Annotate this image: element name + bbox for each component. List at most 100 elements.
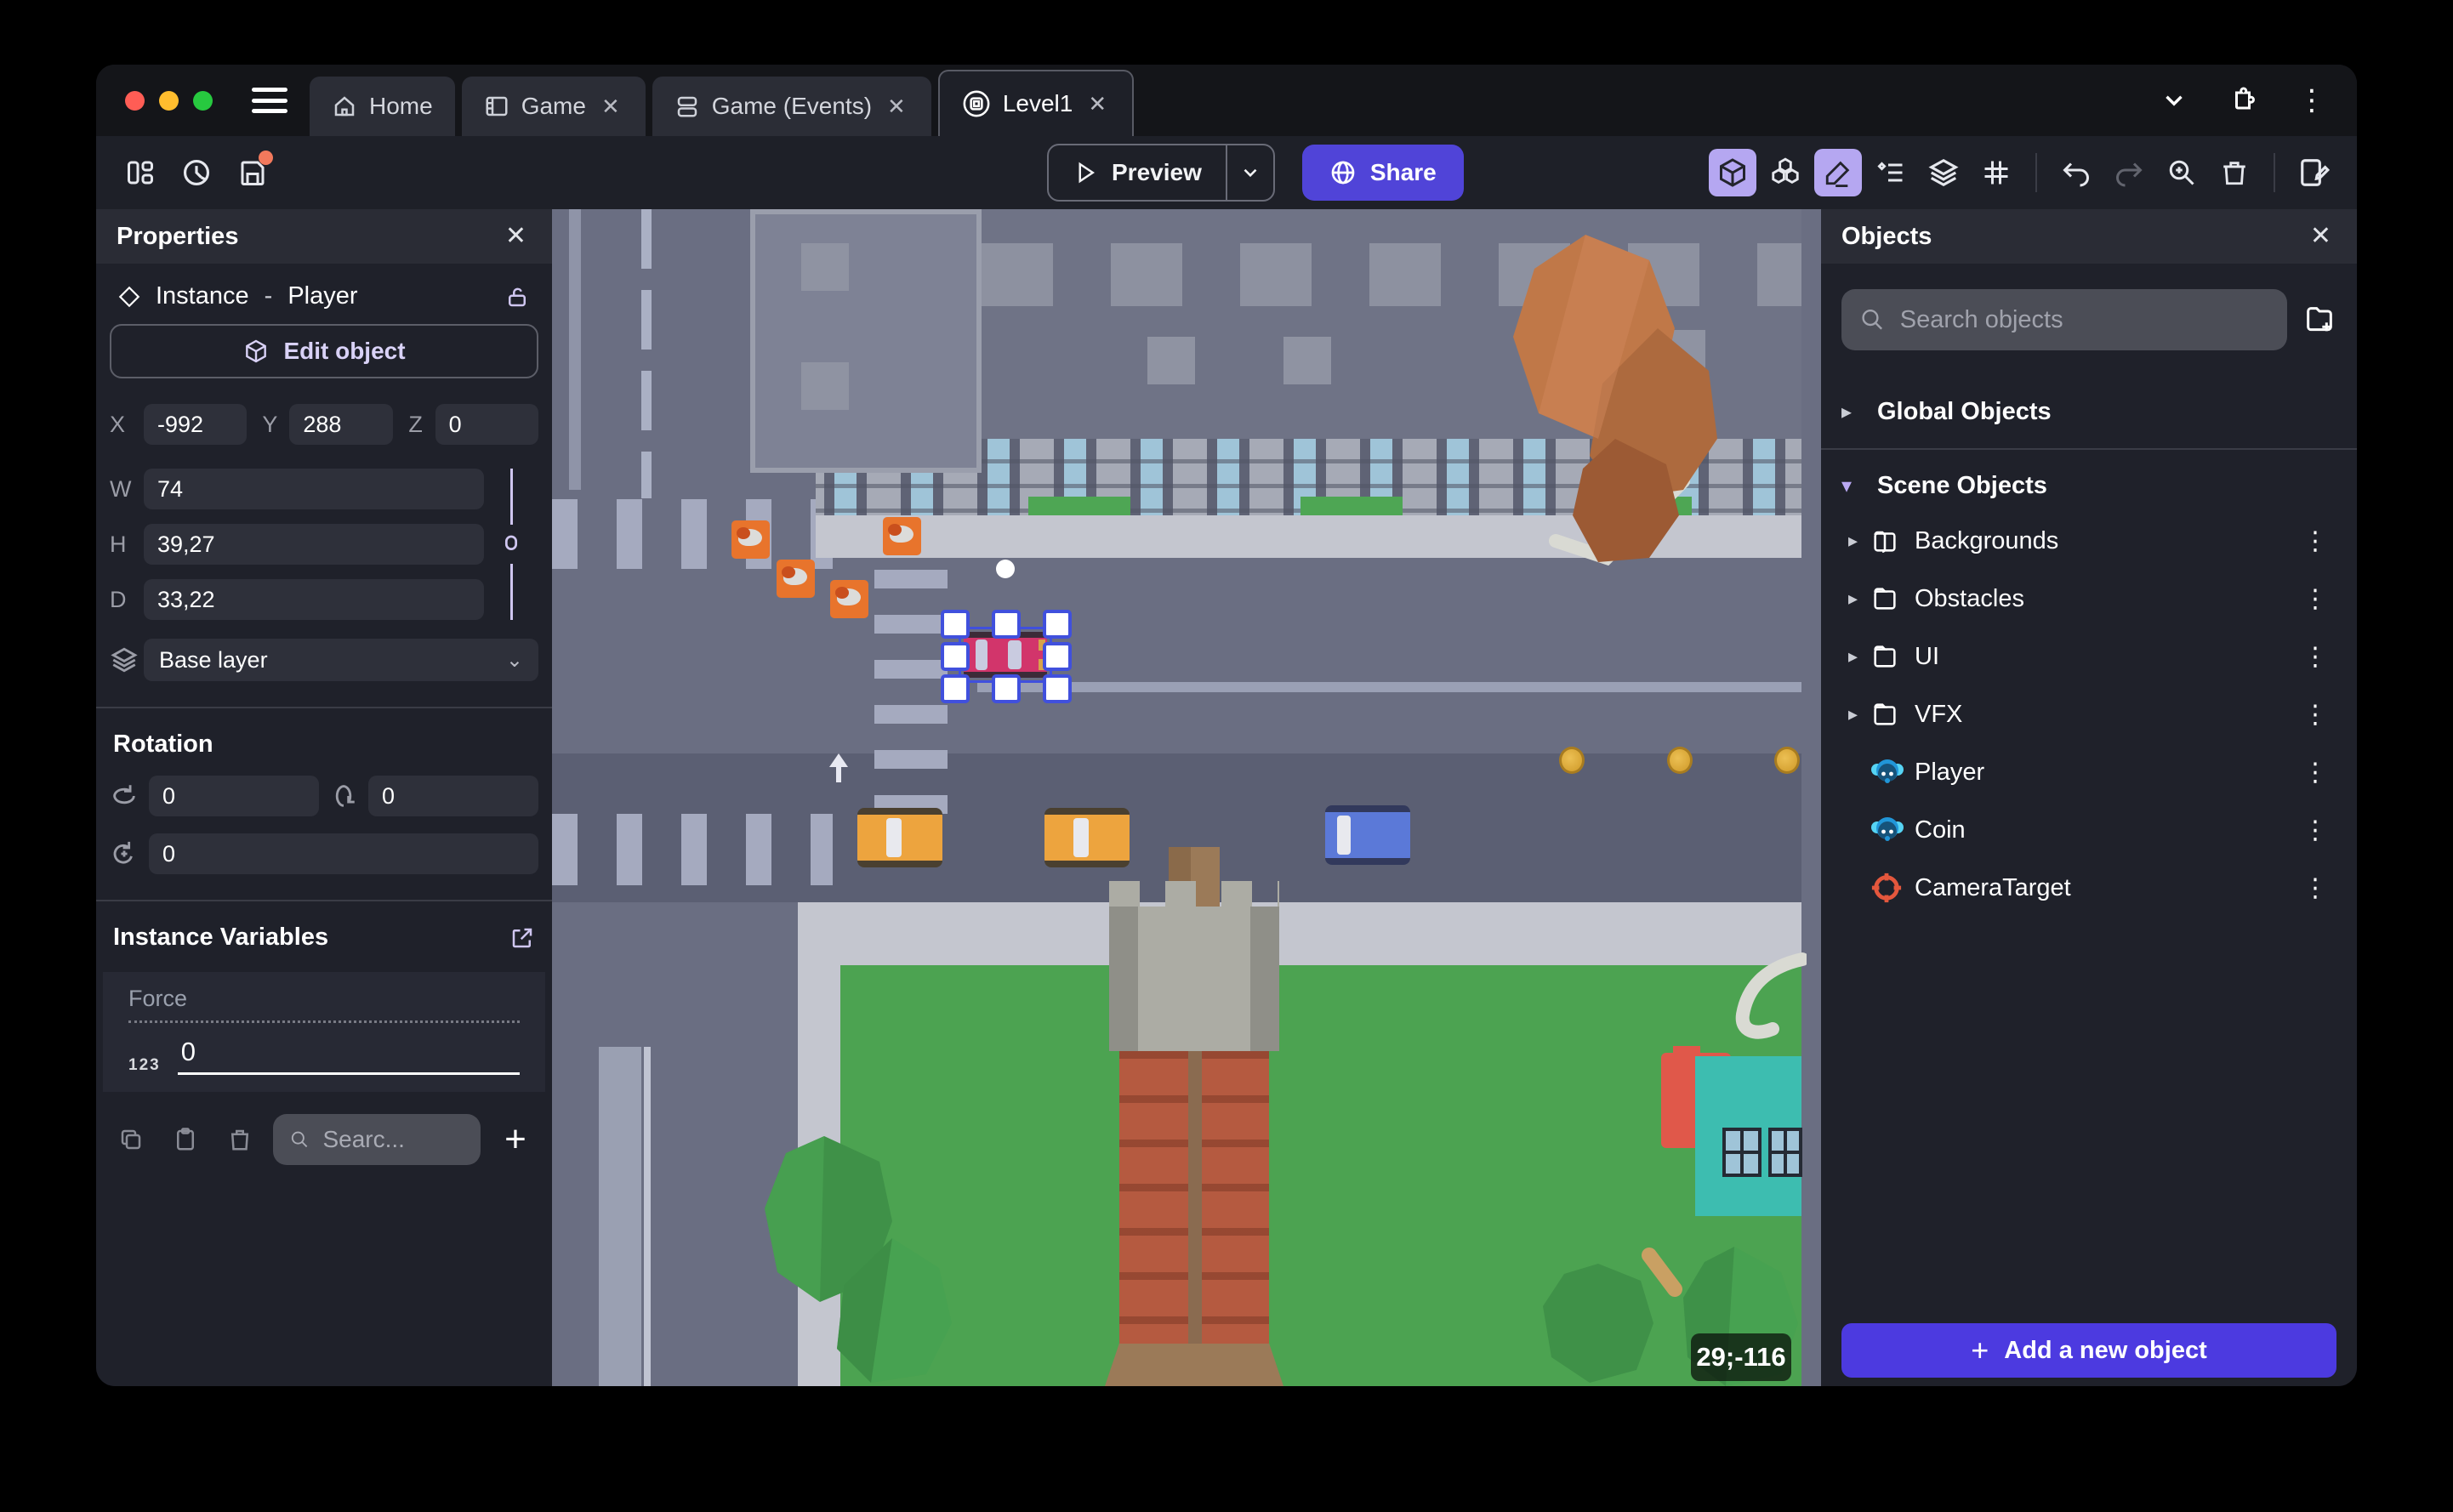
open-external-icon[interactable]: [509, 925, 535, 951]
objects-search-input[interactable]: [1898, 304, 2268, 335]
blue-car[interactable]: [1325, 805, 1410, 865]
depth-input[interactable]: [144, 579, 484, 620]
link-ratio-icon[interactable]: [499, 530, 523, 559]
coin[interactable]: [1667, 747, 1693, 774]
tab-game[interactable]: Game ✕: [461, 77, 646, 136]
variable-value[interactable]: 0: [177, 1037, 520, 1075]
maximize-window-button[interactable]: [193, 90, 213, 111]
undo-icon[interactable]: [2052, 149, 2100, 196]
unlock-icon[interactable]: [504, 284, 530, 310]
rotation-z-input[interactable]: [149, 833, 538, 874]
resize-handle-s[interactable]: [992, 674, 1021, 703]
obstacle-box[interactable]: [777, 560, 815, 598]
layers-icon[interactable]: [1920, 149, 1967, 196]
chevron-right-icon[interactable]: ▸: [1841, 645, 1870, 668]
objects-search[interactable]: [1841, 289, 2287, 350]
scene-objects-section[interactable]: ▾ Scene Objects: [1841, 472, 2336, 500]
delete-icon[interactable]: [2211, 149, 2258, 196]
chevron-down-icon[interactable]: [2160, 86, 2188, 115]
corner-tower-building[interactable]: [750, 209, 982, 473]
paste-icon[interactable]: [164, 1118, 207, 1161]
obstacle-box[interactable]: [731, 520, 770, 559]
resize-handle-nw[interactable]: [941, 610, 970, 639]
close-window-button[interactable]: [125, 90, 145, 111]
resize-handle-n[interactable]: [992, 610, 1021, 639]
view-3d-tool-icon[interactable]: [1709, 149, 1756, 196]
width-input[interactable]: [144, 469, 484, 509]
player-car-selected[interactable]: [964, 632, 1047, 678]
redo-icon[interactable]: [2105, 149, 2153, 196]
obstacle-box[interactable]: [830, 580, 868, 618]
edit-object-button[interactable]: Edit object: [110, 324, 538, 378]
obstacle-box[interactable]: [883, 517, 921, 555]
coin[interactable]: [1774, 747, 1800, 774]
row-menu-icon[interactable]: ⋮: [2294, 584, 2336, 614]
tab-close-icon[interactable]: ✕: [884, 92, 909, 122]
tab-game-events[interactable]: Game (Events) ✕: [652, 77, 931, 136]
object-row-ui[interactable]: ▸ UI ⋮: [1841, 628, 2336, 685]
instances-list-icon[interactable]: [1867, 149, 1915, 196]
trash-icon[interactable]: [219, 1118, 261, 1161]
resize-handle-sw[interactable]: [941, 674, 970, 703]
brick-tower[interactable]: [1105, 847, 1283, 1386]
share-button[interactable]: Share: [1301, 145, 1464, 201]
layer-select[interactable]: Base layer ⌄: [144, 639, 538, 681]
tab-home[interactable]: Home: [310, 77, 455, 136]
grid-icon[interactable]: [1972, 149, 2020, 196]
menu-icon[interactable]: [252, 88, 287, 113]
save-icon[interactable]: [229, 149, 276, 196]
preview-button-main[interactable]: Preview: [1049, 145, 1226, 200]
white-branch[interactable]: [1696, 951, 1807, 1053]
tab-close-icon[interactable]: ✕: [1084, 89, 1110, 119]
z-input[interactable]: [435, 404, 538, 445]
row-menu-icon[interactable]: ⋮: [2294, 526, 2336, 556]
coin[interactable]: [1559, 747, 1585, 774]
y-input[interactable]: [289, 404, 393, 445]
object-row-coin[interactable]: Coin ⋮: [1841, 801, 2336, 859]
edit-events-sheet-icon[interactable]: [2291, 149, 2338, 196]
object-row-cameratarget[interactable]: CameraTarget ⋮: [1841, 859, 2336, 917]
object-row-vfx[interactable]: ▸ VFX ⋮: [1841, 685, 2336, 743]
height-input[interactable]: [144, 524, 484, 565]
object-row-backgrounds[interactable]: ▸ Backgrounds ⋮: [1841, 512, 2336, 570]
tab-level1[interactable]: Level1 ✕: [937, 70, 1135, 136]
edit-tool-icon[interactable]: [1814, 149, 1862, 196]
preview-options-button[interactable]: [1225, 145, 1273, 200]
more-menu-icon[interactable]: ⋮: [2297, 83, 2326, 117]
chevron-right-icon[interactable]: ▸: [1841, 588, 1870, 610]
resize-handle-se[interactable]: [1043, 674, 1072, 703]
history-icon[interactable]: [173, 149, 220, 196]
green-trees-left[interactable]: [743, 1128, 973, 1386]
object-row-player[interactable]: Player ⋮: [1841, 743, 2336, 801]
add-folder-icon[interactable]: [2302, 303, 2336, 337]
zoom-in-icon[interactable]: [2158, 149, 2205, 196]
object-row-obstacles[interactable]: ▸ Obstacles ⋮: [1841, 570, 2336, 628]
minimize-window-button[interactable]: [159, 90, 179, 111]
rotation-handle[interactable]: [996, 560, 1015, 578]
close-icon[interactable]: ✕: [500, 222, 532, 251]
variables-search[interactable]: [273, 1114, 481, 1165]
add-new-object-button[interactable]: + Add a new object: [1841, 1323, 2336, 1378]
scene-canvas[interactable]: 29;-116: [552, 209, 1821, 1386]
global-objects-section[interactable]: ▸ Global Objects: [1841, 398, 2336, 426]
resize-handle-ne[interactable]: [1043, 610, 1072, 639]
row-menu-icon[interactable]: ⋮: [2294, 642, 2336, 672]
variables-search-input[interactable]: [321, 1125, 464, 1154]
row-menu-icon[interactable]: ⋮: [2294, 816, 2336, 845]
tab-close-icon[interactable]: ✕: [598, 92, 623, 122]
copy-icon[interactable]: [110, 1118, 152, 1161]
preview-button[interactable]: Preview: [1047, 144, 1275, 202]
yellow-car[interactable]: [857, 808, 942, 867]
add-variable-button[interactable]: +: [492, 1121, 538, 1158]
autumn-tree[interactable]: [1403, 226, 1743, 583]
resize-handle-e[interactable]: [1043, 642, 1072, 671]
panels-layout-icon[interactable]: [117, 149, 164, 196]
x-input[interactable]: [144, 404, 248, 445]
resize-handle-w[interactable]: [941, 642, 970, 671]
variable-row[interactable]: Force 123 0: [103, 972, 545, 1092]
chevron-right-icon[interactable]: ▸: [1841, 530, 1870, 552]
close-icon[interactable]: ✕: [2305, 222, 2336, 251]
chevron-right-icon[interactable]: ▸: [1841, 703, 1870, 725]
rotation-y-input[interactable]: [368, 776, 538, 816]
objects-tool-icon[interactable]: [1761, 149, 1809, 196]
